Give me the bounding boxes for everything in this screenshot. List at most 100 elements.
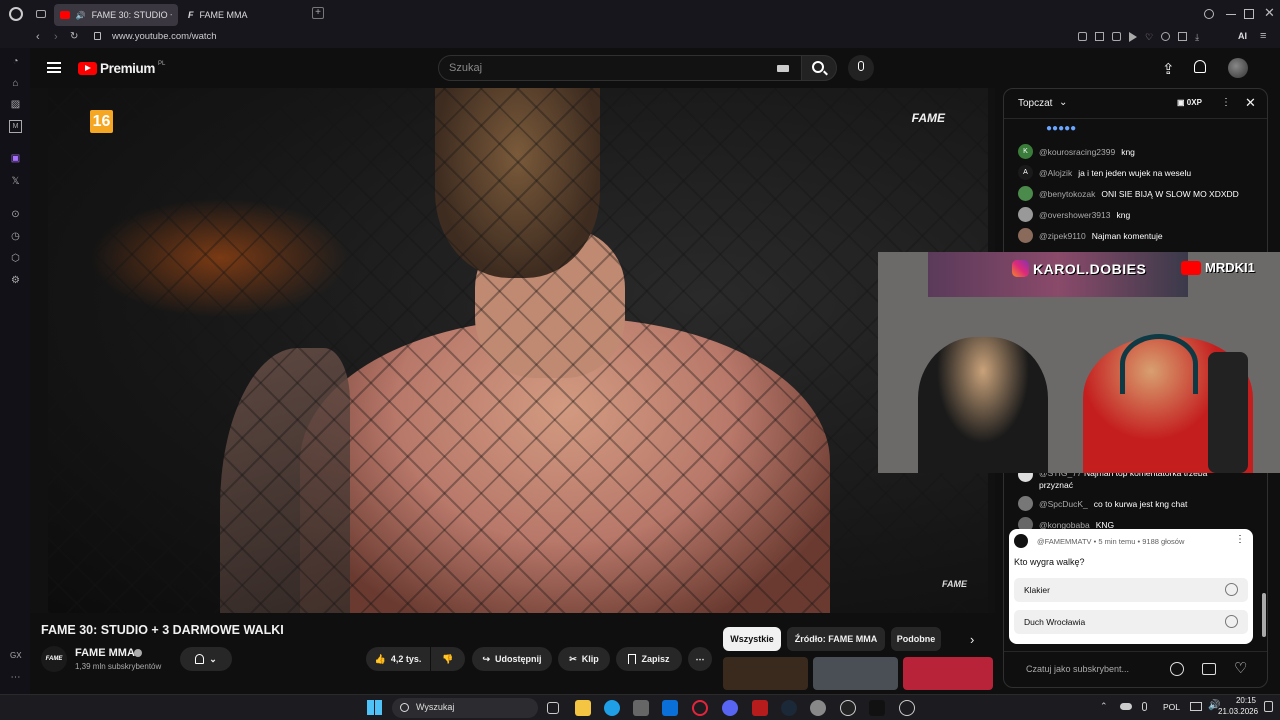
app-icon[interactable]: [810, 700, 826, 716]
avatar[interactable]: [1018, 496, 1033, 511]
new-tab-button[interactable]: +: [312, 7, 324, 19]
hamburger-menu-icon[interactable]: [47, 62, 61, 73]
notification-center-icon[interactable]: [1264, 701, 1273, 712]
chips-next-icon[interactable]: ›: [970, 632, 974, 647]
download-icon[interactable]: ⤓: [1195, 32, 1199, 44]
maximize-button[interactable]: [1244, 9, 1254, 19]
history-icon[interactable]: ◷: [9, 230, 22, 243]
wallet-icon[interactable]: [1178, 32, 1188, 41]
edge-icon[interactable]: [604, 700, 620, 716]
upload-icon[interactable]: ⇪: [1162, 60, 1175, 78]
clip-button[interactable]: ✂ Klip: [558, 647, 610, 671]
messenger-icon[interactable]: M: [9, 120, 22, 133]
url-field[interactable]: www.youtube.com/watch: [112, 31, 217, 42]
back-icon[interactable]: ‹: [36, 31, 40, 43]
shield-icon[interactable]: [752, 700, 768, 716]
file-explorer-icon[interactable]: [575, 700, 591, 716]
heart-react-icon[interactable]: ♡: [1234, 659, 1247, 677]
aria-ai-button[interactable]: AI: [1238, 31, 1247, 41]
account-avatar[interactable]: [1228, 58, 1248, 78]
gx-corner-icon[interactable]: ⌂: [9, 77, 22, 90]
steam-icon[interactable]: [781, 700, 797, 716]
super-chat-icon[interactable]: [1202, 663, 1216, 675]
radio-button[interactable]: [1225, 583, 1238, 596]
obs-icon[interactable]: [840, 700, 856, 716]
save-button[interactable]: Zapisz: [616, 647, 682, 671]
twitch-icon[interactable]: ▣: [9, 152, 22, 165]
search-button[interactable]: [801, 55, 837, 81]
tab-active[interactable]: 🔊 FAME 30: STUDIO + 3: [54, 4, 178, 26]
extensions-icon[interactable]: [1161, 32, 1171, 41]
chatgpt-icon[interactable]: [899, 700, 915, 716]
like-button[interactable]: 👍 4,2 tys.: [366, 647, 430, 671]
play-icon[interactable]: [1129, 32, 1137, 42]
task-view-icon[interactable]: [547, 702, 559, 714]
related-thumbnail-2[interactable]: [813, 657, 898, 690]
store-icon[interactable]: [633, 700, 649, 716]
notifications-bell-icon[interactable]: [1194, 60, 1206, 73]
chat-author[interactable]: @zipek9110: [1039, 231, 1086, 241]
tray-lang[interactable]: POL: [1163, 702, 1180, 712]
close-window-button[interactable]: ✕: [1264, 5, 1275, 21]
poll-more-icon[interactable]: ⋮: [1235, 534, 1245, 545]
x-twitter-icon[interactable]: 𝕏: [9, 175, 22, 188]
emoji-icon[interactable]: [1170, 662, 1184, 676]
menu-icon[interactable]: ≡: [1260, 30, 1266, 42]
tray-time[interactable]: 20:15: [1222, 696, 1256, 705]
avatar[interactable]: K: [1018, 144, 1033, 159]
discord-icon[interactable]: [722, 700, 738, 716]
avatar[interactable]: [1018, 186, 1033, 201]
opera-gx-icon[interactable]: [692, 700, 708, 716]
snapshot-icon[interactable]: [1095, 32, 1104, 41]
opera-logo-icon[interactable]: [9, 7, 23, 21]
gx-label[interactable]: GX: [10, 651, 22, 660]
search-tabs-icon[interactable]: [1204, 9, 1214, 19]
keyboard-icon[interactable]: [777, 65, 789, 72]
extensions-side-icon[interactable]: ⬡: [9, 252, 22, 265]
dislike-button[interactable]: 👎: [431, 647, 465, 671]
gx-control-icon[interactable]: ▨: [9, 98, 22, 111]
avatar[interactable]: A: [1018, 165, 1033, 180]
chat-author[interactable]: @kourosracing2399: [1039, 147, 1115, 157]
speed-dial-icon[interactable]: ◔: [9, 55, 22, 68]
poll-option[interactable]: Duch Wrocławia: [1014, 610, 1248, 634]
chevron-down-icon[interactable]: ⌄: [1059, 97, 1067, 108]
minimize-button[interactable]: [1226, 14, 1236, 15]
channel-avatar[interactable]: FAME: [41, 646, 67, 672]
chat-author[interactable]: @SpcDucK_: [1039, 499, 1088, 509]
tray-chevron-icon[interactable]: ⌃: [1100, 701, 1108, 712]
subscribe-bell-button[interactable]: ⌄: [180, 647, 232, 671]
filter-chip-all[interactable]: Wszystkie: [723, 627, 781, 651]
heart-icon[interactable]: ♡: [1145, 32, 1153, 44]
poll-option[interactable]: Klakier: [1014, 578, 1248, 602]
chat-more-icon[interactable]: ⋮: [1221, 97, 1231, 108]
filter-chip-source[interactable]: Źródło: FAME MMA: [787, 627, 885, 651]
settings-icon[interactable]: ⚙: [9, 274, 22, 287]
voice-search-button[interactable]: [848, 55, 874, 81]
more-actions-button[interactable]: ⋯: [688, 647, 712, 671]
taskbar-search[interactable]: Wyszukaj: [392, 698, 538, 718]
forward-icon[interactable]: ›: [54, 31, 58, 43]
chat-author[interactable]: @benytokozak: [1039, 189, 1095, 199]
tray-date[interactable]: 21.03.2026: [1218, 707, 1258, 716]
related-thumbnail-1[interactable]: [723, 657, 808, 690]
player-icon[interactable]: ⊙: [9, 208, 22, 221]
chat-author[interactable]: @Alojzik: [1039, 168, 1072, 178]
chat-input[interactable]: Czatuj jako subskrybent...: [1026, 664, 1129, 674]
capcut-icon[interactable]: [869, 700, 885, 716]
chat-author[interactable]: @kongobaba: [1039, 520, 1090, 530]
video-player[interactable]: 16 FAME FAME: [30, 88, 995, 613]
mail-icon[interactable]: [662, 700, 678, 716]
tab-islands-icon[interactable]: [36, 10, 46, 18]
xp-badge[interactable]: ▣ 0XP: [1174, 98, 1205, 107]
search-input[interactable]: Szukaj: [438, 55, 802, 81]
channel-name[interactable]: FAME MMA: [75, 647, 135, 659]
related-thumbnail-3[interactable]: [903, 657, 993, 690]
chat-author[interactable]: @overshower3913: [1039, 210, 1110, 220]
speaker-icon[interactable]: 🔊: [76, 11, 86, 20]
chat-mode-dropdown[interactable]: Topczat: [1018, 98, 1052, 109]
reload-icon[interactable]: ↻: [70, 31, 78, 42]
cube-icon[interactable]: [1112, 32, 1121, 41]
more-icon[interactable]: ⋯: [9, 671, 22, 684]
radio-button[interactable]: [1225, 615, 1238, 628]
